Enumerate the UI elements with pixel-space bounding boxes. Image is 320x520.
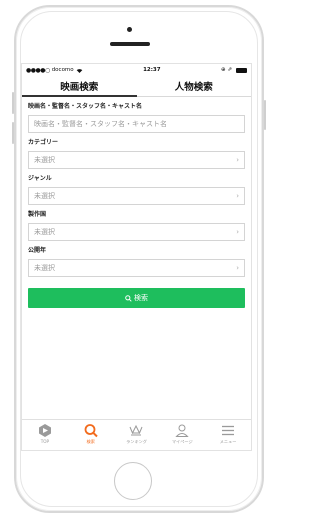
tab-person-search[interactable]: 人物検索 bbox=[137, 76, 252, 96]
chevron-right-icon: › bbox=[236, 228, 239, 236]
keyword-placeholder: 映画名・監督名・スタッフ名・キャスト名 bbox=[34, 120, 167, 128]
category-select[interactable]: 未選択 › bbox=[28, 151, 245, 169]
crown-icon bbox=[130, 424, 143, 436]
search-button[interactable]: 検索 bbox=[28, 288, 245, 308]
volume-up-button bbox=[12, 92, 14, 114]
chevron-right-icon: › bbox=[236, 156, 239, 164]
tabbar-item-menu[interactable]: メニュー bbox=[205, 420, 251, 450]
release-year-select[interactable]: 未選択 › bbox=[28, 259, 245, 277]
app-screen: ●●●●○ docomo 12:37 ⊕ ⇗ 映画検索 人物検索 映画名・監督名… bbox=[21, 63, 252, 451]
search-icon bbox=[84, 424, 98, 438]
wifi-icon bbox=[76, 68, 82, 73]
keyword-input[interactable]: 映画名・監督名・スタッフ名・キャスト名 bbox=[28, 115, 245, 133]
release-year-label: 公開年 bbox=[28, 247, 47, 254]
status-time: 12:37 bbox=[143, 67, 161, 73]
earpiece-speaker bbox=[110, 42, 150, 46]
volume-down-button bbox=[12, 122, 14, 144]
power-button bbox=[264, 100, 266, 130]
search-form: 映画名・監督名・スタッフ名・キャスト名 映画名・監督名・スタッフ名・キャスト名 … bbox=[22, 97, 251, 308]
carrier-name: docomo bbox=[51, 67, 74, 73]
front-camera bbox=[127, 27, 132, 32]
country-select[interactable]: 未選択 › bbox=[28, 223, 245, 241]
tabbar-label-mypage: マイページ bbox=[171, 439, 193, 444]
tab-movie-search[interactable]: 映画検索 bbox=[22, 76, 137, 97]
menu-icon bbox=[222, 425, 235, 436]
search-icon bbox=[125, 294, 132, 302]
genre-label: ジャンル bbox=[28, 175, 52, 182]
chevron-right-icon: › bbox=[236, 264, 239, 272]
chevron-right-icon: › bbox=[236, 192, 239, 200]
genre-value: 未選択 bbox=[34, 192, 55, 200]
release-year-value: 未選択 bbox=[34, 264, 55, 272]
genre-select[interactable]: 未選択 › bbox=[28, 187, 245, 205]
bottom-tab-bar: TOP 検索 ランキング マイページ メニュー bbox=[22, 419, 251, 450]
search-button-label: 検索 bbox=[134, 294, 148, 302]
category-label: カテゴリー bbox=[28, 139, 59, 146]
user-icon bbox=[175, 424, 189, 437]
tab-movie-search-label: 映画検索 bbox=[60, 82, 99, 93]
search-type-tabs: 映画検索 人物検索 bbox=[22, 76, 251, 97]
tabbar-item-mypage[interactable]: マイページ bbox=[159, 420, 205, 450]
tabbar-item-search[interactable]: 検索 bbox=[68, 420, 114, 450]
tabbar-label-ranking: ランキング bbox=[126, 439, 147, 444]
category-value: 未選択 bbox=[34, 156, 55, 164]
keyword-label: 映画名・監督名・スタッフ名・キャスト名 bbox=[28, 103, 143, 110]
tabbar-label-search: 検索 bbox=[86, 439, 95, 444]
status-extra-icons: ⊕ ⇗ bbox=[221, 67, 232, 73]
top-icon bbox=[38, 424, 51, 437]
country-label: 製作国 bbox=[28, 211, 47, 218]
tabbar-item-top[interactable]: TOP bbox=[22, 420, 68, 450]
tabbar-label-menu: メニュー bbox=[219, 439, 237, 444]
tabbar-item-ranking[interactable]: ランキング bbox=[114, 420, 160, 450]
tab-person-search-label: 人物検索 bbox=[174, 82, 213, 93]
country-value: 未選択 bbox=[34, 228, 55, 236]
signal-strength: ●●●●○ bbox=[26, 66, 50, 74]
status-bar: ●●●●○ docomo 12:37 ⊕ ⇗ bbox=[22, 64, 251, 76]
battery-icon bbox=[235, 67, 247, 73]
home-button[interactable] bbox=[114, 462, 152, 500]
tabbar-label-top: TOP bbox=[40, 439, 50, 444]
